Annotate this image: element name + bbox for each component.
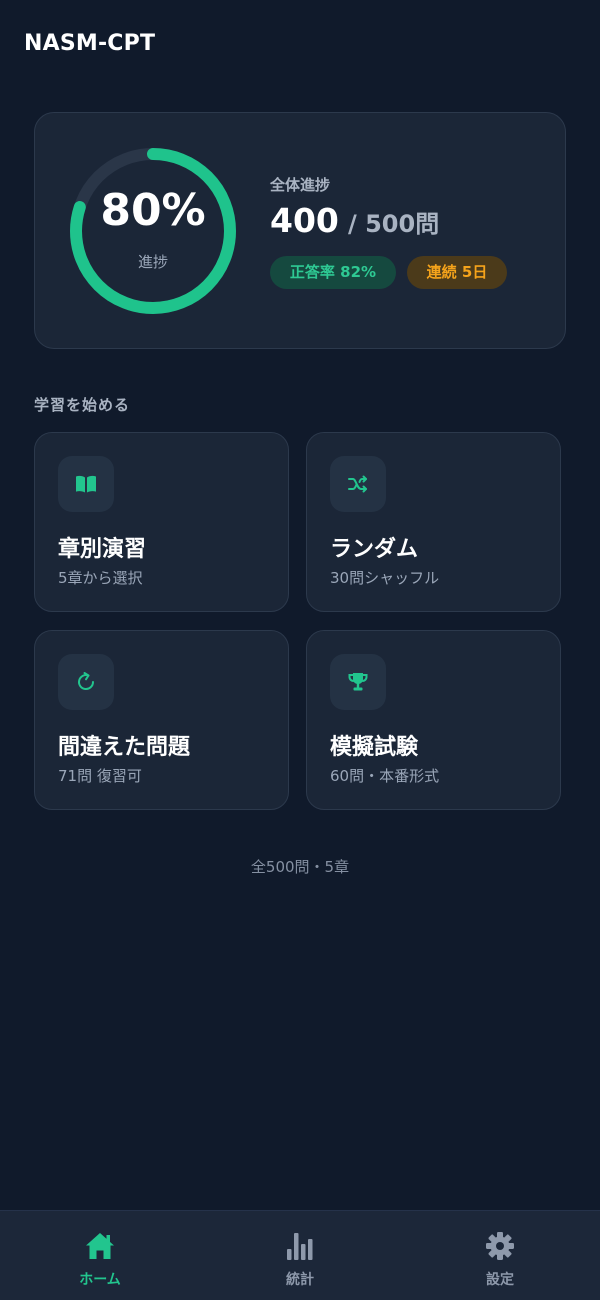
retry-icon	[58, 654, 114, 710]
nav-label: 設定	[486, 1272, 514, 1288]
mode-card-mock-exam[interactable]: 模擬試験 60問・本番形式	[306, 630, 561, 810]
nav-item-home[interactable]: ホーム	[0, 1211, 200, 1300]
shuffle-icon	[330, 456, 386, 512]
progress-ring: 80% 進捗	[67, 145, 239, 317]
mode-title: 間違えた問題	[58, 735, 191, 760]
mode-card-mistakes[interactable]: 間違えた問題 71問 復習可	[34, 630, 289, 810]
total-count: / 500問	[347, 210, 440, 238]
streak-badge: 連続 5日	[407, 256, 507, 289]
trophy-icon	[330, 654, 386, 710]
mode-title: 章別演習	[58, 537, 147, 562]
nav-label: 統計	[286, 1272, 314, 1288]
nav-item-stats[interactable]: 統計	[200, 1211, 400, 1300]
bottom-nav: ホーム 統計 設定	[0, 1210, 600, 1300]
accuracy-badge: 正答率 82%	[270, 256, 396, 289]
mode-title: ランダム	[330, 537, 419, 562]
progress-percent: 80%	[100, 185, 206, 236]
mode-subtitle: 30問シャッフル	[330, 569, 440, 587]
mode-subtitle: 71問 復習可	[58, 767, 142, 785]
section-title: 学習を始める	[34, 396, 131, 414]
stats-icon	[287, 1233, 313, 1260]
answered-count: 400	[270, 201, 339, 240]
mode-subtitle: 5章から選択	[58, 569, 143, 587]
footer-note: 全500問・5章	[250, 858, 350, 876]
home-icon	[86, 1233, 114, 1259]
nav-item-settings[interactable]: 設定	[400, 1211, 600, 1300]
mode-title: 模擬試験	[330, 735, 419, 760]
mode-card-random[interactable]: ランダム 30問シャッフル	[306, 432, 561, 612]
nav-label: ホーム	[79, 1272, 121, 1288]
mode-card-chapter[interactable]: 章別演習 5章から選択	[34, 432, 289, 612]
progress-count: 400 / 500問	[270, 201, 439, 240]
mode-subtitle: 60問・本番形式	[330, 767, 440, 785]
progress-ring-label: 進捗	[137, 253, 168, 271]
gear-icon	[486, 1232, 514, 1260]
progress-card: 80% 進捗 全体進捗 400 / 500問 正答率 82% 連続 5日	[34, 112, 566, 349]
app-screen: NASM-CPT 80% 進捗 全体進捗 400 / 500問 正答率 82% …	[0, 0, 600, 1300]
book-icon	[58, 456, 114, 512]
app-title: NASM-CPT	[24, 31, 156, 56]
overall-progress-label: 全体進捗	[270, 176, 331, 194]
